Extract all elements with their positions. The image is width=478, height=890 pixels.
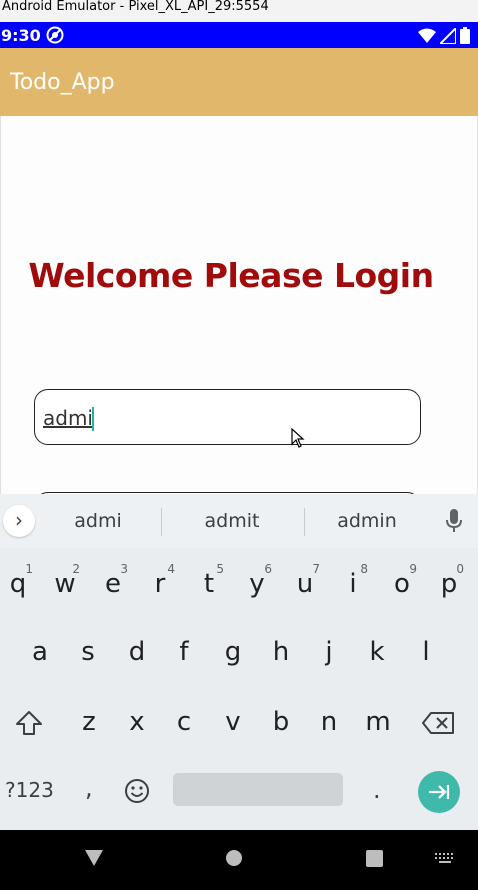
username-value: admi [43,406,93,430]
recents-icon[interactable] [366,850,383,867]
app-bar: Todo_App [0,48,478,116]
wifi-icon [418,28,436,43]
key-f[interactable]: f [161,627,207,677]
navigation-bar [0,830,478,890]
key-i[interactable]: i8 [330,559,376,609]
key-j[interactable]: j [306,627,352,677]
key-y[interactable]: y6 [234,559,280,609]
soft-keyboard: › admi admit admin q1 w2 e3 r4 t5 y6 u7 … [0,494,478,830]
suggestion-item[interactable]: admi [28,510,168,532]
key-v[interactable]: v [210,697,256,747]
status-bar: 9:30 [0,22,478,48]
comma-key[interactable]: , [85,774,93,802]
shift-icon[interactable] [15,710,43,736]
key-u[interactable]: u7 [282,559,328,609]
tab-arrow-icon [429,785,450,799]
status-time: 9:30 [1,26,41,45]
signal-icon [440,27,456,44]
key-z[interactable]: z [66,697,112,747]
keyboard-switch-icon[interactable] [435,853,455,865]
key-m[interactable]: m [355,697,401,747]
login-heading: Welcome Please Login [28,256,434,295]
status-icons [418,27,470,44]
suggestion-item[interactable]: admit [162,510,302,532]
key-k[interactable]: k [354,627,400,677]
suggestion-item[interactable]: admin [297,510,437,532]
backspace-icon[interactable] [422,712,454,734]
enter-key[interactable] [418,771,460,813]
microphone-icon[interactable] [446,509,462,533]
key-b[interactable]: b [258,697,304,747]
key-l[interactable]: l [403,627,449,677]
emulator-window-title: Android Emulator - Pixel_XL_API_29:5554 [0,0,478,22]
text-caret [92,407,94,431]
suggestion-strip: › admi admit admin [0,494,478,548]
key-r[interactable]: r4 [137,559,183,609]
key-t[interactable]: t5 [186,559,232,609]
key-h[interactable]: h [258,627,304,677]
space-bar[interactable] [173,773,343,806]
key-d[interactable]: d [114,627,160,677]
key-q[interactable]: q1 [0,559,41,609]
key-w[interactable]: w2 [42,559,88,609]
login-screen: Welcome Please Login admi [0,116,478,494]
mouse-pointer-icon [291,428,305,448]
key-s[interactable]: s [65,627,111,677]
key-g[interactable]: g [210,627,256,677]
key-x[interactable]: x [114,697,160,747]
app-title: Todo_App [10,70,115,95]
key-e[interactable]: e3 [90,559,136,609]
key-n[interactable]: n [306,697,352,747]
battery-icon [460,27,470,44]
symbols-key[interactable]: ?123 [5,778,54,802]
username-input[interactable]: admi [34,389,421,445]
back-icon[interactable] [84,849,104,867]
home-icon[interactable] [225,849,243,867]
period-key[interactable]: . [373,776,381,804]
emoji-icon[interactable] [124,778,150,804]
key-p[interactable]: p0 [426,559,472,609]
notification-icon [46,26,64,44]
key-c[interactable]: c [161,697,207,747]
key-o[interactable]: o9 [379,559,425,609]
key-a[interactable]: a [17,627,63,677]
